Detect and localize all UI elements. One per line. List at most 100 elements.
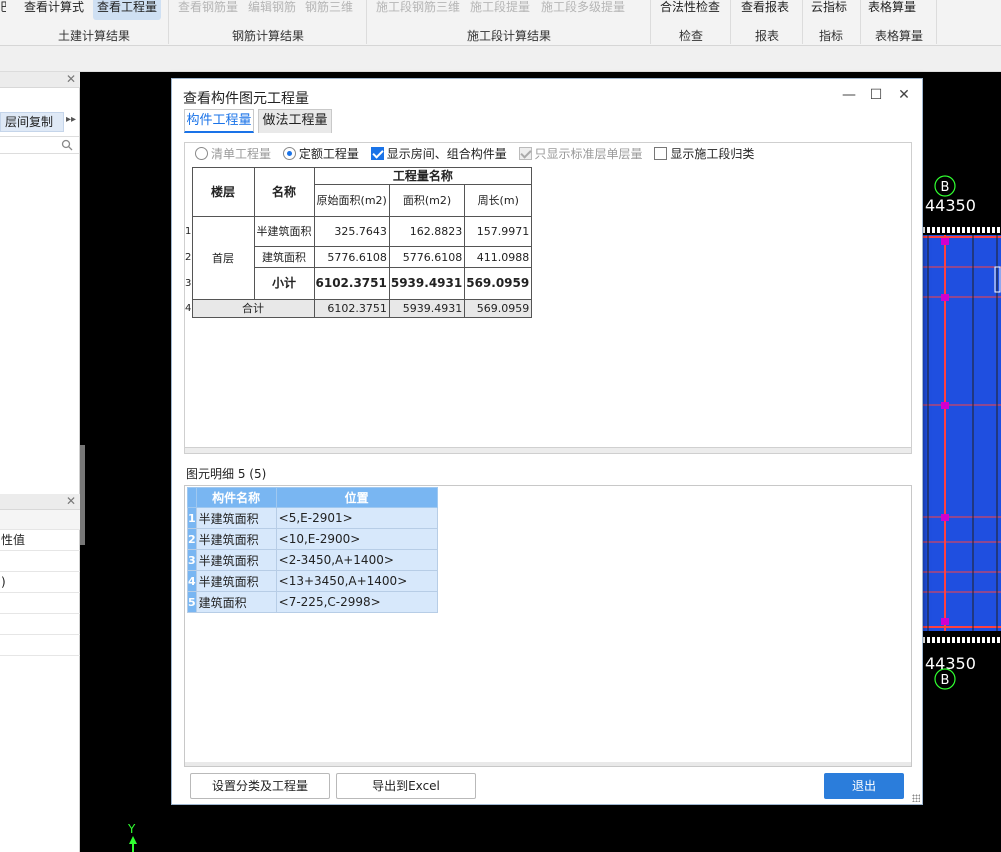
horizontal-scrollbar[interactable] bbox=[185, 447, 911, 453]
component-name-cell: 半建筑面积 bbox=[195, 507, 277, 529]
table-row[interactable]: 2 半建筑面积 <10,E-2900> bbox=[187, 528, 438, 550]
left-panel: ✕ 层间复制 ▸▸ ✕ 性值 ) bbox=[0, 72, 80, 852]
total-label: 合计 bbox=[191, 299, 315, 318]
position-cell: <2-3450,A+1400> bbox=[275, 549, 438, 571]
element-detail-panel: 构件名称 位置 1 半建筑面积 <5,E-2901> 2 半建筑面积 <10,E… bbox=[184, 485, 912, 767]
tab-component-quantity[interactable]: 构件工程量 bbox=[184, 109, 254, 133]
edit-rebar-button[interactable]: 编辑钢筋 bbox=[248, 0, 300, 20]
minimize-icon[interactable]: — bbox=[840, 86, 858, 104]
panel-header: ✕ bbox=[0, 72, 80, 88]
group-check: 检查 bbox=[679, 29, 704, 43]
component-name-cell: 半建筑面积 bbox=[195, 570, 277, 592]
column-header-floor: 楼层 bbox=[191, 167, 255, 217]
ribbon-button-prev[interactable]: 巴 bbox=[0, 0, 6, 20]
rebar-3d-button[interactable]: 钢筋三维 bbox=[305, 0, 357, 20]
column-marker bbox=[941, 294, 949, 301]
ribbon-separator bbox=[730, 0, 731, 44]
component-search-input[interactable] bbox=[0, 136, 79, 154]
option-quota-quantity[interactable]: 定额工程量 bbox=[282, 145, 359, 162]
name-cell: 半建筑面积 bbox=[253, 216, 315, 247]
table-row[interactable]: 3 半建筑面积 <2-3450,A+1400> bbox=[187, 549, 438, 571]
ribbon-separator bbox=[802, 0, 803, 44]
close-icon[interactable]: ✕ bbox=[66, 494, 76, 508]
resize-grip-icon[interactable] bbox=[912, 794, 920, 802]
quantity-table: 楼层 名称 工程量名称 原始面积(m2) 面积(m2) 周长(m) 1 首层 半… bbox=[185, 167, 533, 318]
y-axis-indicator: Y bbox=[126, 822, 140, 852]
floor-cell: 首层 bbox=[191, 216, 255, 300]
component-name-cell: 建筑面积 bbox=[195, 591, 277, 613]
quantity-panel: 清单工程量 定额工程量 显示房间、组合构件量 只显示标准层单层量 显示施工段归类… bbox=[184, 142, 912, 454]
option-show-room[interactable]: 显示房间、组合构件量 bbox=[370, 145, 507, 162]
more-chevron-icon[interactable]: ▸▸ bbox=[66, 114, 76, 125]
segment-rebar-3d-button[interactable]: 施工段钢筋三维 bbox=[376, 0, 464, 20]
property-row[interactable]: 性值 bbox=[0, 530, 80, 551]
group-rebar-results: 钢筋计算结果 bbox=[232, 29, 305, 43]
property-row[interactable] bbox=[0, 551, 80, 572]
set-category-quantity-button[interactable]: 设置分类及工程量 bbox=[190, 773, 330, 799]
option-standard-floor[interactable]: 只显示标准层单层量 bbox=[518, 145, 643, 162]
value-cell: 162.8823 bbox=[388, 216, 466, 247]
checkbox-checked-icon[interactable] bbox=[370, 147, 384, 160]
y-axis-arrow-icon bbox=[129, 836, 137, 852]
ribbon-separator bbox=[168, 0, 169, 44]
element-detail-label: 图元明细 5 (5) bbox=[186, 467, 267, 481]
position-cell: <10,E-2900> bbox=[275, 528, 438, 550]
value-cell: 569.0959 bbox=[464, 267, 533, 300]
dialog-title: 查看构件图元工程量 bbox=[183, 91, 309, 107]
column-marker bbox=[941, 238, 949, 245]
column-header-perimeter: 周长(m) bbox=[464, 184, 533, 217]
value-cell: 5939.4931 bbox=[388, 267, 466, 300]
property-panel-toolbar bbox=[0, 510, 80, 530]
dimension-text-top: 44350 bbox=[925, 196, 976, 215]
option-show-segment[interactable]: 显示施工段归类 bbox=[654, 145, 754, 162]
tab-method-quantity[interactable]: 做法工程量 bbox=[258, 109, 332, 133]
column-header-position: 位置 bbox=[275, 487, 438, 508]
ribbon-separator bbox=[366, 0, 367, 44]
table-row[interactable]: 5 建筑面积 <7-225,C-2998> bbox=[187, 591, 438, 613]
close-icon[interactable]: ✕ bbox=[895, 86, 913, 104]
segment-multilevel-button[interactable]: 施工段多级提量 bbox=[541, 0, 637, 20]
maximize-icon[interactable]: ☐ bbox=[867, 86, 885, 104]
column-header-area: 面积(m2) bbox=[388, 184, 466, 217]
table-row[interactable]: 1 首层 半建筑面积 325.7643 162.8823 157.9971 bbox=[185, 216, 533, 300]
layer-copy-button[interactable]: 层间复制 bbox=[0, 112, 64, 132]
property-row[interactable]: ) bbox=[0, 572, 80, 593]
axis-label-bottom: B bbox=[941, 673, 950, 688]
view-formula-button[interactable]: 查看计算式 bbox=[24, 0, 90, 20]
property-row[interactable] bbox=[0, 593, 80, 614]
component-name-cell: 半建筑面积 bbox=[195, 549, 277, 571]
element-detail-table: 构件名称 位置 1 半建筑面积 <5,E-2901> 2 半建筑面积 <10,E… bbox=[187, 487, 438, 613]
view-rebar-button[interactable]: 查看钢筋量 bbox=[178, 0, 240, 20]
property-panel-header: ✕ bbox=[0, 494, 80, 510]
value-cell: 157.9971 bbox=[464, 216, 533, 247]
property-row[interactable] bbox=[0, 614, 80, 635]
secondary-toolbar bbox=[0, 46, 1001, 72]
column-header-name: 名称 bbox=[253, 167, 315, 217]
segment-quantity-button[interactable]: 施工段提量 bbox=[470, 0, 536, 20]
table-row-total[interactable]: 4 合计 6102.3751 5939.4931 569.0959 bbox=[185, 299, 533, 318]
checkbox-icon[interactable] bbox=[654, 147, 668, 160]
position-cell: <5,E-2901> bbox=[275, 507, 438, 529]
table-calc-button[interactable]: 表格算量 bbox=[868, 0, 924, 20]
name-cell: 建筑面积 bbox=[253, 246, 315, 268]
checkbox-disabled-icon[interactable] bbox=[518, 147, 532, 160]
table-row[interactable]: 1 半建筑面积 <5,E-2901> bbox=[187, 507, 438, 529]
ribbon-separator bbox=[936, 0, 937, 44]
radio-selected-icon[interactable] bbox=[282, 147, 296, 160]
radio-icon[interactable] bbox=[195, 147, 208, 160]
view-quantity-dialog: 查看构件图元工程量 — ☐ ✕ 构件工程量 做法工程量 清单工程量 定额工程量 … bbox=[171, 78, 923, 805]
validity-check-button[interactable]: 合法性检查 bbox=[660, 0, 720, 20]
export-excel-button[interactable]: 导出到Excel bbox=[336, 773, 476, 799]
view-quantity-button[interactable]: 查看工程量 bbox=[93, 0, 161, 20]
view-report-button[interactable]: 查看报表 bbox=[741, 0, 791, 20]
exit-button[interactable]: 退出 bbox=[824, 773, 904, 799]
option-list-quantity[interactable]: 清单工程量 bbox=[195, 145, 271, 162]
table-row[interactable]: 4 半建筑面积 <13+3450,A+1400> bbox=[187, 570, 438, 592]
close-icon[interactable]: ✕ bbox=[66, 72, 76, 86]
search-icon[interactable] bbox=[61, 139, 73, 151]
cloud-index-button[interactable]: 云指标 bbox=[811, 0, 849, 20]
group-civil-results: 土建计算结果 bbox=[58, 29, 131, 43]
value-cell: 5776.6108 bbox=[313, 246, 390, 268]
property-row[interactable] bbox=[0, 635, 80, 656]
column-marker bbox=[941, 402, 949, 409]
